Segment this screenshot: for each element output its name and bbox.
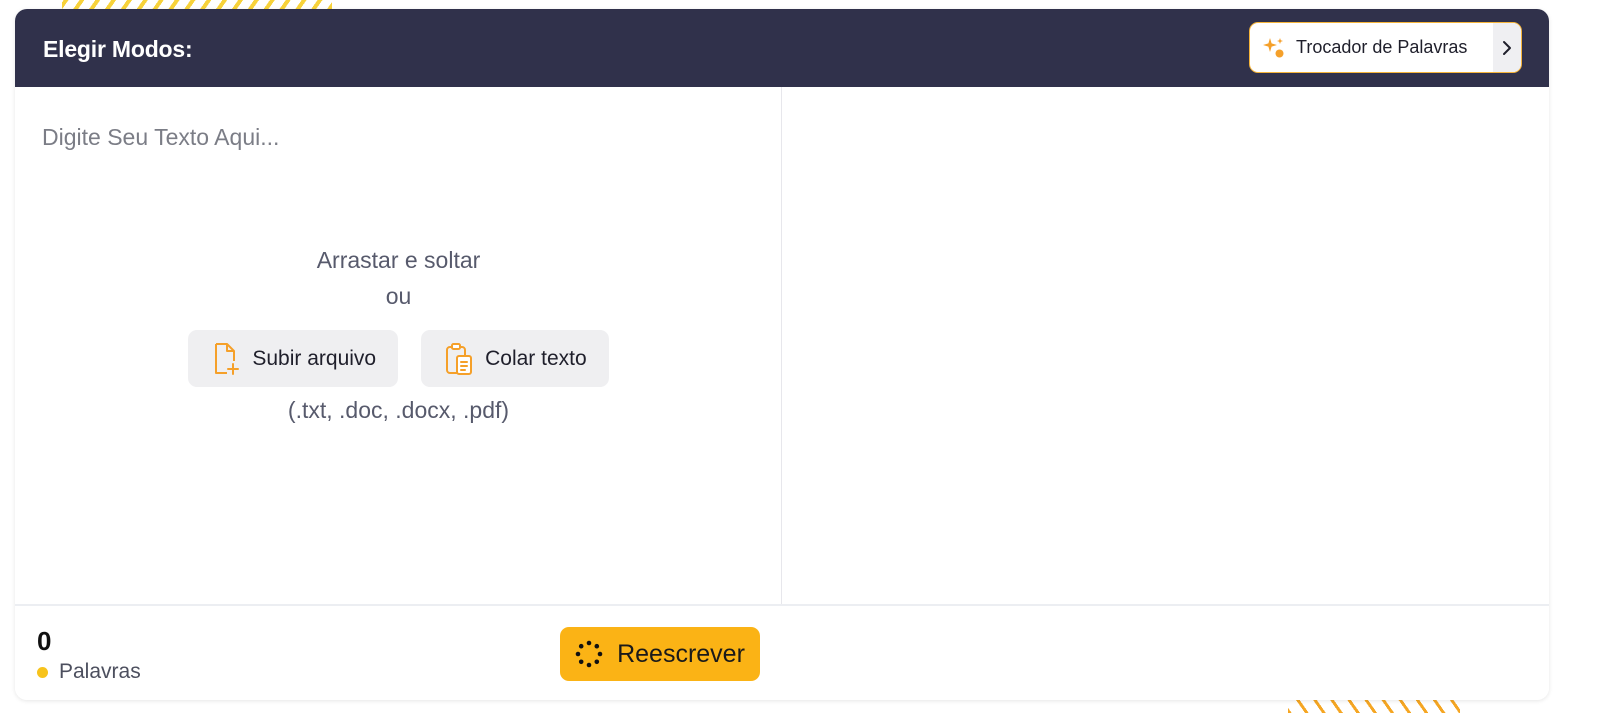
footer-bar: 0 Palavras Reescrever <box>15 604 1549 700</box>
sparkle-icon <box>1262 36 1286 60</box>
drop-buttons: Subir arquivo Colar texto <box>15 330 782 387</box>
file-add-icon <box>210 342 242 376</box>
mode-selector[interactable]: Trocador de Palavras <box>1249 22 1522 73</box>
word-count-label-group: Palavras <box>37 660 141 684</box>
text-input[interactable] <box>42 117 742 157</box>
rewrite-button[interactable]: Reescrever <box>560 627 760 681</box>
decorative-stripes-bottom <box>1288 698 1460 713</box>
rewriter-card: Elegir Modos: Trocador de Palavras Arras… <box>15 9 1549 700</box>
output-pane <box>783 87 1549 604</box>
mode-label: Trocador de Palavras <box>1296 37 1468 57</box>
drag-drop-text: Arrastar e soltar <box>316 247 481 273</box>
chevron-right-icon[interactable] <box>1493 23 1521 72</box>
rewrite-label: Reescrever <box>617 639 745 668</box>
file-formats-hint: (.txt, .doc, .docx, .pdf) <box>287 397 510 423</box>
spinner-icon <box>575 640 603 668</box>
drop-zone[interactable]: Arrastar e soltar ou Subir arquivo Colar… <box>15 242 782 424</box>
or-text: ou <box>385 283 412 309</box>
modes-header: Elegir Modos: Trocador de Palavras <box>15 9 1549 87</box>
modes-title: Elegir Modos: <box>43 36 193 62</box>
decorative-stripes-top <box>62 0 332 9</box>
paste-text-button[interactable]: Colar texto <box>421 330 609 387</box>
input-pane: Arrastar e soltar ou Subir arquivo <box>15 87 782 604</box>
upload-file-label: Subir arquivo <box>252 346 377 370</box>
word-count: 0 <box>37 626 52 656</box>
clipboard-icon <box>443 342 475 376</box>
paste-text-label: Colar texto <box>485 346 587 370</box>
word-count-label: Palavras <box>59 660 141 683</box>
status-dot <box>37 666 48 678</box>
upload-file-button[interactable]: Subir arquivo <box>188 330 399 387</box>
